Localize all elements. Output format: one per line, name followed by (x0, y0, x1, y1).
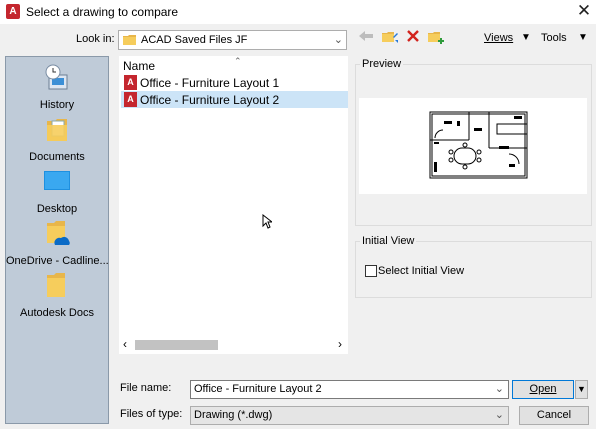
dwg-file-icon: A (124, 92, 137, 107)
new-folder-icon (428, 32, 444, 44)
up-folder-icon (382, 32, 398, 43)
files-of-type-value: Drawing (*.dwg) (194, 409, 273, 421)
look-in-label: Look in: (76, 33, 115, 45)
title-bar: A Select a drawing to compare ✕ (0, 0, 596, 24)
scroll-thumb[interactable] (135, 340, 218, 350)
autocad-app-icon: A (6, 4, 20, 19)
scroll-left-icon[interactable]: ‹ (123, 337, 127, 351)
new-folder-button[interactable] (426, 29, 446, 49)
place-desktop[interactable]: Desktop (6, 167, 108, 215)
cancel-label: Cancel (536, 409, 572, 421)
floor-plan-thumbnail (429, 111, 528, 179)
place-documents[interactable]: Documents (6, 115, 108, 163)
desktop-icon (44, 171, 70, 190)
look-in-dropdown[interactable]: ACAD Saved Files JF ⌄ (118, 30, 347, 50)
select-initial-view-label: Select Initial View (378, 265, 465, 277)
open-options-dropdown[interactable]: ▼ (575, 380, 588, 399)
tools-label: Tools (541, 32, 567, 44)
scroll-right-icon[interactable]: › (338, 337, 342, 351)
views-label: Views (484, 32, 514, 44)
history-icon (45, 64, 68, 90)
delete-icon (407, 30, 419, 42)
documents-folder-icon (47, 119, 67, 141)
place-label: History (39, 99, 75, 111)
initial-view-label: Initial View (360, 235, 417, 247)
close-icon[interactable]: ✕ (574, 1, 594, 21)
place-label: Autodesk Docs (20, 307, 94, 319)
mouse-cursor-icon (262, 214, 272, 229)
file-name: Office - Furniture Layout 1 (140, 76, 280, 90)
window-title: Select a drawing to compare (26, 5, 179, 19)
sort-ascending-icon: ⌃ (234, 56, 242, 66)
place-label: Documents (29, 151, 85, 163)
file-name-value: Office - Furniture Layout 2 (194, 383, 322, 395)
tools-dropdown-icon[interactable]: ▼ (578, 32, 588, 43)
open-button[interactable]: Open (512, 380, 574, 399)
cancel-button[interactable]: Cancel (519, 406, 589, 425)
file-row[interactable]: A Office - Furniture Layout 1 (121, 74, 348, 91)
preview-image (359, 98, 587, 194)
place-label: Desktop (36, 203, 78, 215)
chevron-down-icon: ⌄ (494, 409, 504, 421)
delete-button[interactable] (403, 29, 423, 49)
column-header-name[interactable]: Name (123, 59, 155, 73)
files-of-type-dropdown[interactable]: Drawing (*.dwg) ⌄ (190, 406, 509, 425)
onedrive-folder-icon (47, 221, 70, 245)
back-arrow-icon (359, 31, 373, 41)
chevron-down-icon: ⌄ (333, 34, 343, 46)
look-in-value: ACAD Saved Files JF (141, 34, 248, 46)
select-initial-view-checkbox[interactable] (365, 265, 377, 277)
views-menu[interactable]: Views (484, 32, 513, 44)
place-label: OneDrive - Cadline... (6, 255, 109, 267)
tools-menu[interactable]: Tools (541, 32, 567, 44)
autodesk-docs-folder-icon (47, 273, 65, 297)
open-label: Open (529, 383, 557, 395)
up-folder-button[interactable] (380, 29, 400, 49)
back-button[interactable] (356, 29, 376, 49)
horizontal-scrollbar[interactable]: ‹ › (119, 336, 348, 353)
folder-icon (123, 35, 136, 45)
file-name: Office - Furniture Layout 2 (140, 93, 280, 107)
place-autodesk-docs[interactable]: Autodesk Docs (6, 271, 108, 319)
select-drawing-dialog: A Select a drawing to compare ✕ Look in:… (0, 0, 596, 429)
file-name-label: File name: (120, 382, 172, 394)
views-dropdown-icon[interactable]: ▼ (521, 32, 531, 43)
file-list[interactable]: ⌃ Name A Office - Furniture Layout 1 A O… (119, 56, 348, 354)
places-bar: History Documents Desktop OneDrive - Cad… (5, 56, 109, 424)
dwg-file-icon: A (124, 75, 137, 90)
file-name-input[interactable]: Office - Furniture Layout 2 ⌄ (190, 380, 509, 399)
files-of-type-label: Files of type: (120, 408, 183, 420)
preview-label: Preview (360, 58, 404, 70)
file-row-selected[interactable]: A Office - Furniture Layout 2 (121, 91, 348, 108)
place-onedrive[interactable]: OneDrive - Cadline... (6, 219, 109, 267)
place-history[interactable]: History (6, 63, 108, 111)
chevron-down-icon[interactable]: ⌄ (495, 382, 504, 395)
